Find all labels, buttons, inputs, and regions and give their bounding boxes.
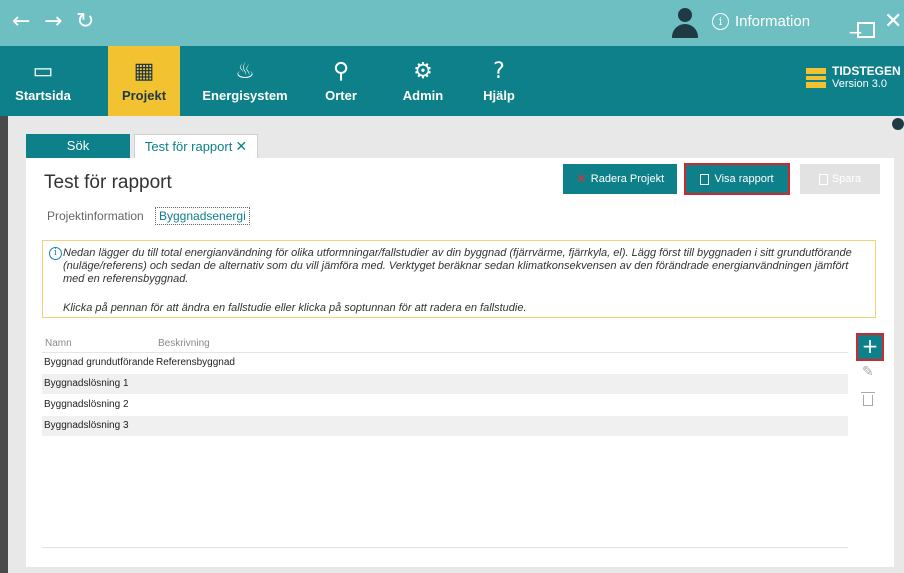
menu-item-label: Startsida — [15, 87, 71, 103]
location-pin-icon: ⚲ — [332, 58, 350, 84]
table-row[interactable]: Byggnadslösning 3 — [42, 416, 848, 436]
user-icon[interactable] — [672, 8, 698, 38]
subtab-projektinformation[interactable]: Projektinformation — [47, 209, 144, 223]
save-button[interactable]: Spara — [800, 164, 880, 194]
divider — [42, 547, 848, 548]
tab-sok[interactable]: Sök — [26, 134, 130, 158]
tab-label: Test för rapport — [144, 139, 233, 154]
menu-item-label: Hjälp — [483, 87, 515, 103]
cell-namn: Byggnadslösning 3 — [44, 420, 129, 431]
collapse-handle-icon[interactable] — [892, 118, 904, 130]
info-box: i Nedan lägger du till total energianvän… — [42, 240, 876, 318]
brand-name: TIDSTEGEN — [832, 64, 901, 78]
gear-icon: ⚙ — [413, 58, 433, 84]
info-icon: i — [49, 247, 62, 260]
forward-arrow-icon[interactable]: → — [44, 9, 62, 35]
cell-namn: Byggnadslösning 2 — [44, 399, 129, 410]
trash-icon[interactable] — [861, 392, 875, 406]
column-header-beskrivning[interactable]: Beskrivning — [158, 338, 210, 349]
table-row[interactable]: Byggnad grundutförande Referensbyggnad — [42, 353, 848, 373]
tab-close-icon[interactable]: ✕ — [235, 139, 247, 155]
page-title: Test för rapport — [44, 172, 172, 193]
menu-item-admin[interactable]: ⚙ Admin — [392, 46, 454, 116]
maximize-icon[interactable] — [857, 22, 875, 38]
info-circle-icon: i — [712, 13, 729, 30]
information-label: Information — [735, 13, 811, 30]
cell-namn: Byggnad grundutförande — [44, 357, 155, 368]
add-case-button[interactable]: + — [856, 333, 884, 361]
energy-plant-icon: ♨ — [235, 58, 255, 84]
main-menu: ▭ Startsida ▦ Projekt ♨ Energisystem ⚲ O… — [0, 46, 904, 116]
brand: TIDSTEGEN Version 3.0 — [806, 64, 901, 91]
save-icon — [818, 173, 828, 185]
subtab-byggnadsenergi[interactable]: Byggnadsenergi — [155, 207, 250, 225]
button-label: Visa rapport — [714, 173, 774, 185]
report-icon — [700, 173, 710, 185]
menu-item-projekt[interactable]: ▦ Projekt — [108, 46, 180, 116]
left-edge — [0, 116, 8, 573]
menu-item-orter[interactable]: ⚲ Orter — [310, 46, 372, 116]
table-row[interactable]: Byggnadslösning 1 — [42, 374, 848, 394]
refresh-icon[interactable]: ↻ — [76, 9, 94, 35]
information-link[interactable]: i Information — [712, 13, 810, 30]
title-bar: ← → ↻ i Information _ ✕ — [0, 0, 904, 46]
tab-test-for-rapport[interactable]: Test för rapport ✕ — [134, 134, 258, 159]
brand-version: Version 3.0 — [832, 78, 888, 90]
delete-icon: ✕ — [575, 171, 587, 187]
button-label: Radera Projekt — [590, 173, 665, 185]
back-arrow-icon[interactable]: ← — [12, 9, 30, 35]
menu-item-energisystem[interactable]: ♨ Energisystem — [196, 46, 294, 116]
home-icon: ▭ — [32, 58, 54, 84]
menu-item-label: Orter — [325, 87, 357, 103]
menu-item-label: Admin — [402, 87, 444, 103]
cell-namn: Byggnadslösning 1 — [44, 378, 129, 389]
info-hint: Klicka på pennan för att ändra en fallst… — [63, 302, 527, 314]
menu-item-startsida[interactable]: ▭ Startsida — [0, 46, 86, 116]
column-header-namn[interactable]: Namn — [45, 338, 72, 349]
info-text: Nedan lägger du till total energianvändn… — [63, 247, 852, 285]
menu-item-label: Projekt — [121, 87, 167, 103]
menu-item-label: Energisystem — [202, 87, 288, 103]
table-row[interactable]: Byggnadslösning 2 — [42, 395, 848, 415]
close-icon[interactable]: ✕ — [884, 8, 902, 36]
brand-logo-icon — [806, 67, 826, 88]
show-report-button[interactable]: Visa rapport — [684, 163, 790, 195]
building-icon: ▦ — [133, 58, 155, 84]
pencil-icon[interactable]: ✎ — [862, 364, 874, 380]
button-label: Spara — [831, 173, 862, 185]
menu-item-hjalp[interactable]: ? Hjälp — [470, 46, 528, 116]
delete-project-button[interactable]: ✕ Radera Projekt — [563, 164, 677, 194]
cell-beskrivning: Referensbyggnad — [156, 357, 235, 368]
help-icon: ? — [493, 58, 505, 84]
